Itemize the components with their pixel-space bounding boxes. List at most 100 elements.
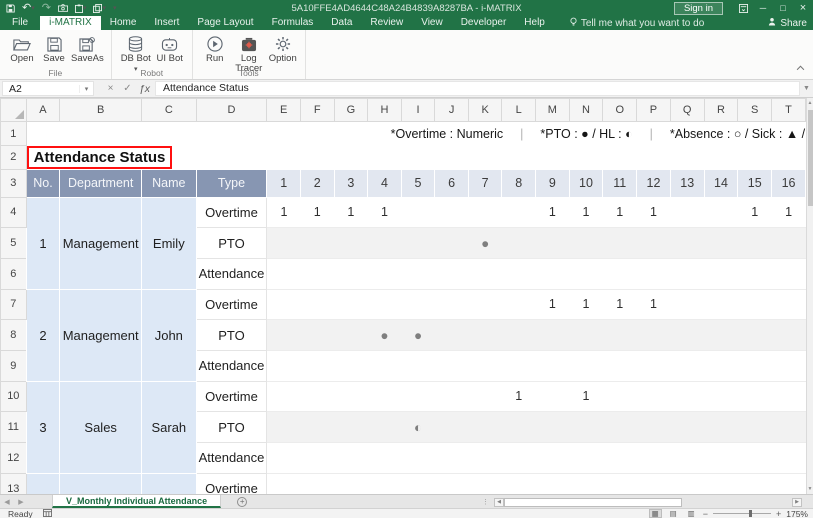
tab-splitter-handle[interactable]: ⋮ [482, 498, 490, 506]
cell-employee-department[interactable] [60, 473, 142, 494]
column-header-C[interactable]: C [142, 99, 196, 122]
grid-cell[interactable] [738, 412, 772, 443]
grid-cell[interactable] [535, 350, 569, 381]
grid-cell[interactable] [637, 473, 671, 494]
grid-cell[interactable] [637, 381, 671, 412]
copy-icon[interactable]: ▾ [93, 4, 106, 13]
grid-cell[interactable] [334, 473, 368, 494]
day-header-11[interactable]: 11 [603, 169, 637, 197]
grid-cell[interactable] [401, 258, 435, 289]
formula-bar-expand-icon[interactable]: ▼ [800, 85, 813, 92]
redo-icon[interactable]: ↷ [42, 3, 51, 14]
day-header-15[interactable]: 15 [738, 169, 772, 197]
grid-cell[interactable]: 1 [569, 197, 603, 228]
grid-cell[interactable] [368, 412, 402, 443]
grid-cell[interactable] [368, 228, 402, 259]
grid-cell[interactable] [300, 228, 334, 259]
cell-type-label[interactable]: Overtime [196, 289, 267, 320]
cell-type-label[interactable]: PTO [196, 320, 267, 351]
save-button[interactable]: Save [39, 33, 69, 64]
grid-cell[interactable] [334, 412, 368, 443]
cell-employee-no[interactable]: 1 [26, 197, 60, 289]
grid-cell[interactable] [603, 320, 637, 351]
grid-cell[interactable] [670, 197, 704, 228]
column-header-R[interactable]: R [704, 99, 738, 122]
tab-insert[interactable]: Insert [145, 16, 188, 30]
cell-employee-department[interactable]: Management [60, 289, 142, 381]
tab-file[interactable]: File [0, 16, 40, 30]
grid-cell[interactable] [738, 350, 772, 381]
tab-data[interactable]: Data [322, 16, 361, 30]
grid-cell[interactable] [435, 289, 469, 320]
grid-cell[interactable] [401, 289, 435, 320]
grid-cell[interactable] [468, 320, 502, 351]
grid-cell[interactable] [468, 350, 502, 381]
day-header-10[interactable]: 10 [569, 169, 603, 197]
zoom-slider-thumb[interactable] [749, 510, 752, 517]
column-header-S[interactable]: S [738, 99, 772, 122]
day-header-4[interactable]: 4 [368, 169, 402, 197]
grid-cell[interactable] [368, 443, 402, 474]
scroll-down-icon[interactable]: ▼ [807, 484, 813, 494]
day-header-7[interactable]: 7 [468, 169, 502, 197]
row-header-10[interactable]: 10 [1, 381, 27, 412]
grid-cell[interactable] [670, 381, 704, 412]
horizontal-scroll-thumb[interactable] [504, 498, 682, 507]
grid-cell[interactable] [704, 228, 738, 259]
day-header-9[interactable]: 9 [535, 169, 569, 197]
grid-cell[interactable]: 1 [637, 197, 671, 228]
table-header-department[interactable]: Department [60, 169, 142, 197]
grid-cell[interactable] [267, 289, 301, 320]
grid-cell[interactable] [603, 412, 637, 443]
grid-cell[interactable]: ◐ [401, 412, 435, 443]
grid-cell[interactable]: 1 [738, 197, 772, 228]
grid-cell[interactable] [670, 320, 704, 351]
cell-employee-department[interactable]: Sales [60, 381, 142, 473]
grid-cell[interactable] [772, 320, 806, 351]
grid-cell[interactable] [670, 412, 704, 443]
grid-cell[interactable] [468, 412, 502, 443]
grid-cell[interactable] [637, 228, 671, 259]
grid-cell[interactable] [535, 320, 569, 351]
day-header-13[interactable]: 13 [670, 169, 704, 197]
day-header-14[interactable]: 14 [704, 169, 738, 197]
paste-icon[interactable]: ▾ [75, 4, 87, 13]
day-header-1[interactable]: 1 [267, 169, 301, 197]
row-header-11[interactable]: 11 [1, 412, 27, 443]
grid-cell[interactable] [300, 289, 334, 320]
grid-cell[interactable] [738, 289, 772, 320]
ribbon-display-options-icon[interactable] [733, 0, 753, 16]
row-header-1[interactable]: 1 [1, 122, 27, 146]
grid-cell[interactable] [670, 228, 704, 259]
table-header-name[interactable]: Name [142, 169, 196, 197]
minimize-icon[interactable]: ─ [753, 0, 773, 16]
column-header-E[interactable]: E [267, 99, 301, 122]
undo-icon[interactable]: ↶▾ [22, 3, 35, 14]
add-sheet-button[interactable]: + [237, 495, 247, 508]
grid-cell[interactable] [468, 473, 502, 494]
cell-employee-no[interactable]: 2 [26, 289, 60, 381]
tab-home[interactable]: Home [101, 16, 146, 30]
grid-cell[interactable] [637, 320, 671, 351]
grid-cell[interactable] [435, 320, 469, 351]
grid-cell[interactable] [603, 381, 637, 412]
close-icon[interactable]: × [793, 0, 813, 16]
grid-cell[interactable] [603, 443, 637, 474]
grid-cell[interactable]: 1 [569, 381, 603, 412]
grid-cell[interactable] [435, 350, 469, 381]
grid-cell[interactable] [502, 289, 536, 320]
grid-cell[interactable] [502, 228, 536, 259]
grid-cell[interactable] [569, 443, 603, 474]
zoom-out-icon[interactable]: − [703, 509, 708, 518]
grid-cell[interactable] [738, 258, 772, 289]
scroll-right-icon[interactable]: ▶ [792, 498, 802, 507]
grid-cell[interactable] [502, 197, 536, 228]
grid-cell[interactable] [670, 289, 704, 320]
grid-cell[interactable] [368, 258, 402, 289]
day-header-8[interactable]: 8 [502, 169, 536, 197]
row-header-3[interactable]: 3 [1, 169, 27, 197]
column-header-J[interactable]: J [435, 99, 469, 122]
customize-qat-icon[interactable]: ▾ [113, 5, 117, 12]
column-header-N[interactable]: N [569, 99, 603, 122]
column-header-Q[interactable]: Q [670, 99, 704, 122]
